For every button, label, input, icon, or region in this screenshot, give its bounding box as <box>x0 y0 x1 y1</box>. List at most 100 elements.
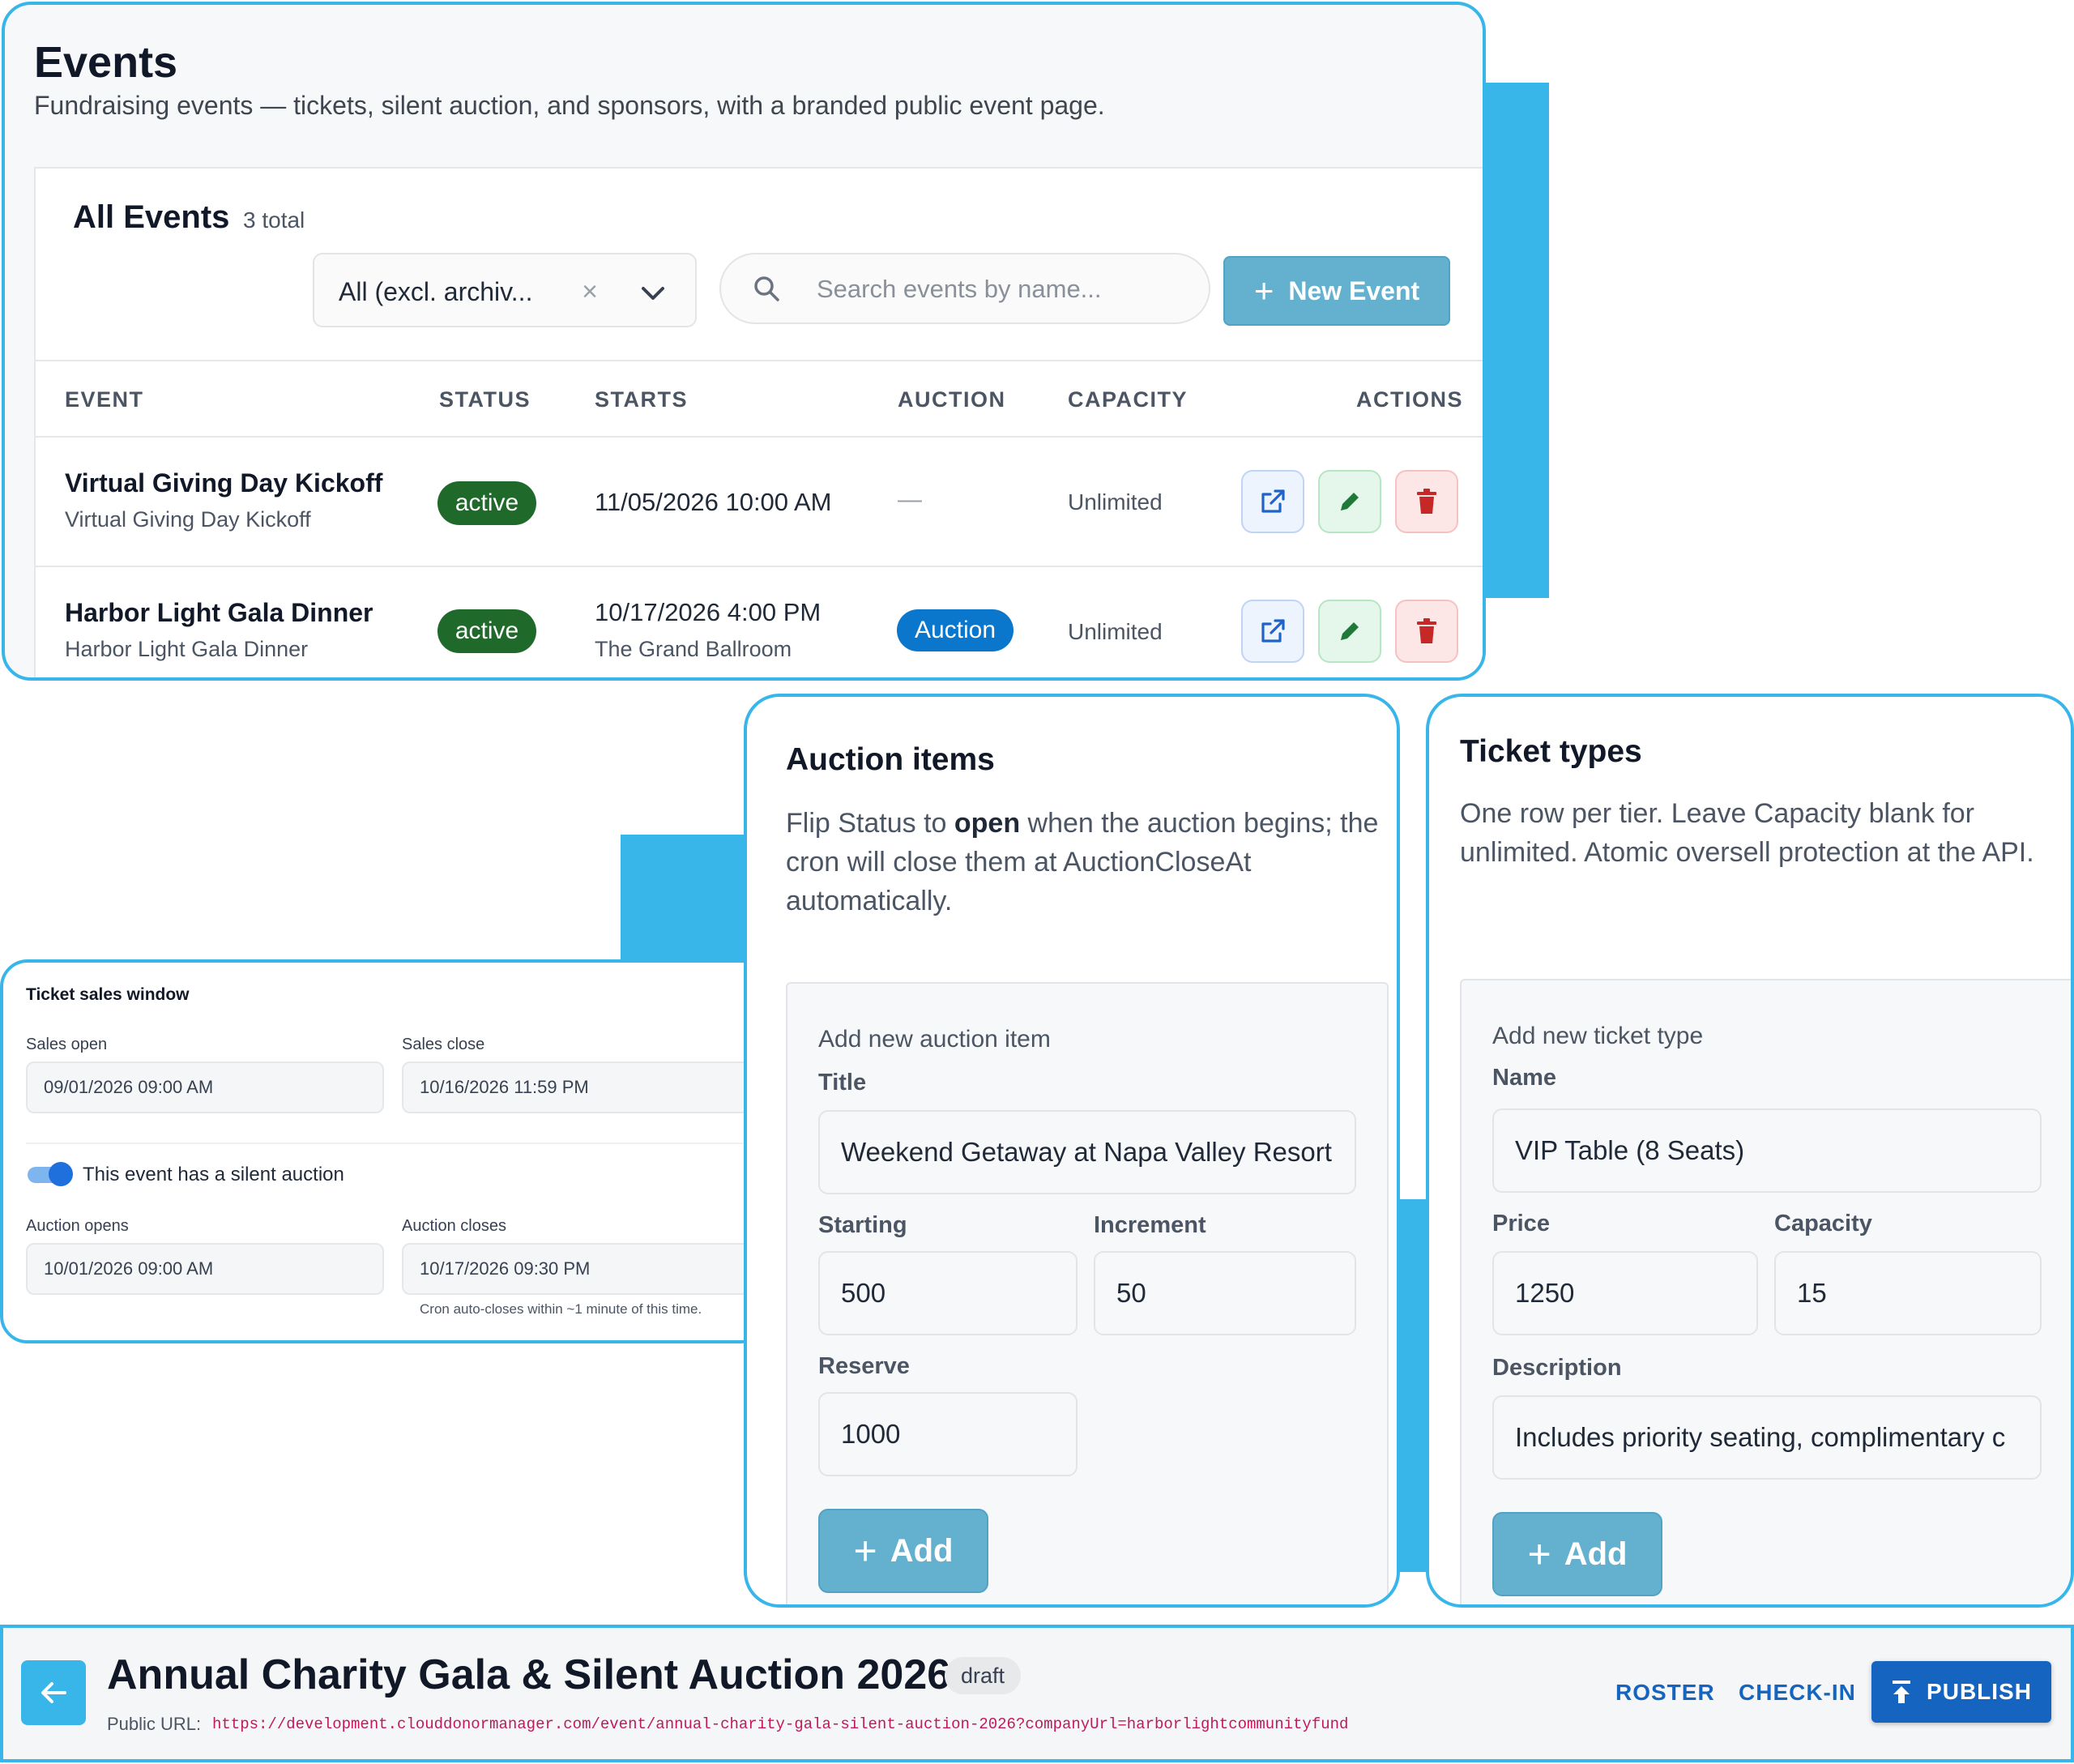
chevron-down-icon[interactable] <box>638 279 668 308</box>
public-url-link[interactable]: https://development.clouddonormanager.co… <box>212 1715 1348 1733</box>
table-row[interactable]: Virtual Giving Day Kickoff Virtual Givin… <box>36 438 1483 567</box>
edit-event-button[interactable] <box>1318 600 1381 663</box>
auction-close-hint: Cron auto-closes within ~1 minute of thi… <box>420 1301 702 1317</box>
sales-open-label: Sales open <box>26 1036 108 1053</box>
price-label: Price <box>1492 1211 1550 1237</box>
ticket-types-title: Ticket types <box>1460 734 1642 769</box>
delete-event-button[interactable] <box>1395 470 1458 533</box>
status-badge: active <box>437 609 536 653</box>
ticket-types-panel: Ticket types One row per tier. Leave Cap… <box>1426 694 2074 1608</box>
event-start: 10/17/2026 4:00 PM <box>595 598 821 626</box>
add-label: Add <box>1564 1535 1628 1572</box>
roster-button[interactable]: ROSTER <box>1615 1680 1715 1706</box>
upload-icon <box>1893 1681 1911 1703</box>
card-title: All Events <box>73 199 230 235</box>
event-subtitle: Virtual Giving Day Kickoff <box>65 507 311 532</box>
starting-input[interactable]: 500 <box>818 1251 1078 1335</box>
event-capacity: Unlimited <box>1068 619 1163 644</box>
event-name[interactable]: Harbor Light Gala Dinner <box>65 598 373 628</box>
plus-icon: + <box>853 1528 877 1574</box>
ticket-types-description: One row per tier. Leave Capacity blank f… <box>1460 798 2034 868</box>
column-header-actions: ACTIONS <box>1356 387 1463 412</box>
event-name[interactable]: Virtual Giving Day Kickoff <box>65 468 382 498</box>
column-header-event[interactable]: EVENT <box>65 387 144 412</box>
event-title: Annual Charity Gala & Silent Auction 202… <box>107 1651 951 1698</box>
auction-opens-label: Auction opens <box>26 1217 129 1235</box>
plus-icon: + <box>1527 1531 1551 1577</box>
description-label: Description <box>1492 1355 1622 1381</box>
capacity-input[interactable]: 15 <box>1774 1251 2042 1335</box>
event-capacity: Unlimited <box>1068 489 1163 515</box>
add-ticket-type-form: Add new ticket type Name VIP Table (8 Se… <box>1460 979 2071 1604</box>
accent-block-top-right <box>1486 83 1549 598</box>
increment-label: Increment <box>1094 1212 1206 1238</box>
table-row[interactable]: Harbor Light Gala Dinner Harbor Light Ga… <box>36 567 1483 677</box>
table-header: EVENT STATUS STARTS AUCTION CAPACITY ACT… <box>36 360 1483 438</box>
column-header-capacity[interactable]: CAPACITY <box>1068 387 1188 412</box>
starting-label: Starting <box>818 1212 907 1238</box>
name-input[interactable]: VIP Table (8 Seats) <box>1492 1108 2042 1193</box>
sales-window-title: Ticket sales window <box>26 985 190 1004</box>
title-input[interactable]: Weekend Getaway at Napa Valley Resort <box>818 1110 1356 1194</box>
add-auction-item-form: Add new auction item Title Weekend Getaw… <box>786 982 1389 1604</box>
open-public-page-button[interactable] <box>1241 470 1304 533</box>
arrow-left-icon <box>41 1682 66 1703</box>
event-header-bar: Annual Charity Gala & Silent Auction 202… <box>0 1625 2074 1762</box>
toggle-knob <box>49 1162 73 1186</box>
events-panel: Events Fundraising events — tickets, sil… <box>2 2 1486 681</box>
accent-block-between-panels <box>1398 1199 1427 1572</box>
trash-icon <box>1417 618 1436 643</box>
silent-auction-toggle-label[interactable]: This event has a silent auction <box>83 1164 344 1186</box>
sales-close-label: Sales close <box>402 1036 485 1053</box>
add-auction-item-heading: Add new auction item <box>818 1026 1051 1053</box>
sales-close-input[interactable]: 10/16/2026 11:59 PM <box>402 1061 760 1113</box>
price-input[interactable]: 1250 <box>1492 1251 1758 1335</box>
publish-label: PUBLISH <box>1927 1679 2032 1704</box>
add-auction-item-button[interactable]: + Add <box>818 1509 988 1593</box>
open-public-page-button[interactable] <box>1241 600 1304 663</box>
auction-closes-input[interactable]: 10/17/2026 09:30 PM <box>402 1243 760 1295</box>
sales-open-input[interactable]: 09/01/2026 09:00 AM <box>26 1061 384 1113</box>
accent-block-middle <box>621 835 745 964</box>
plus-icon: + <box>1253 271 1274 310</box>
check-in-button[interactable]: CHECK-IN <box>1739 1680 1856 1706</box>
ticket-sales-window-panel: Ticket sales window Sales open 09/01/202… <box>0 959 768 1343</box>
pencil-icon <box>1341 493 1359 510</box>
status-filter-value: All (excl. archiv... <box>339 277 533 306</box>
add-ticket-type-button[interactable]: + Add <box>1492 1512 1662 1596</box>
auction-closes-label: Auction closes <box>402 1217 506 1235</box>
back-button[interactable] <box>21 1660 86 1725</box>
status-filter-select[interactable]: All (excl. archiv... × <box>313 253 697 327</box>
auction-opens-input[interactable]: 10/01/2026 09:00 AM <box>26 1243 384 1295</box>
name-label: Name <box>1492 1065 1556 1091</box>
column-header-status[interactable]: STATUS <box>439 387 531 412</box>
column-header-starts[interactable]: STARTS <box>595 387 688 412</box>
publish-button[interactable]: PUBLISH <box>1871 1661 2051 1723</box>
edit-event-button[interactable] <box>1318 470 1381 533</box>
search-input[interactable] <box>817 267 1189 311</box>
status-badge: active <box>437 481 536 525</box>
close-icon[interactable]: × <box>574 275 606 308</box>
reserve-label: Reserve <box>818 1353 910 1379</box>
capacity-label: Capacity <box>1774 1211 1872 1237</box>
description-input[interactable]: Includes priority seating, complimentary… <box>1492 1395 2042 1480</box>
auction-items-panel: Auction items Flip Status to open when t… <box>744 694 1400 1608</box>
delete-event-button[interactable] <box>1395 600 1458 663</box>
auction-empty: — <box>898 486 922 513</box>
auction-badge: Auction <box>897 609 1014 651</box>
public-url-label: Public URL: <box>107 1714 202 1734</box>
reserve-input[interactable]: 1000 <box>818 1392 1078 1476</box>
search-box <box>719 253 1210 324</box>
increment-input[interactable]: 50 <box>1094 1251 1356 1335</box>
auction-items-title: Auction items <box>786 742 995 777</box>
silent-auction-toggle[interactable] <box>26 1162 73 1186</box>
column-header-auction[interactable]: AUCTION <box>898 387 1006 412</box>
new-event-button[interactable]: + New Event <box>1223 256 1450 326</box>
external-link-icon <box>1261 489 1285 513</box>
auction-items-description: Flip Status to open when the auction beg… <box>786 808 1379 916</box>
event-venue: The Grand Ballroom <box>595 637 792 661</box>
events-card: All Events 3 total All (excl. archiv... … <box>34 167 1483 677</box>
pencil-icon <box>1341 622 1359 640</box>
divider <box>26 1143 760 1144</box>
events-count: 3 total <box>243 207 305 233</box>
